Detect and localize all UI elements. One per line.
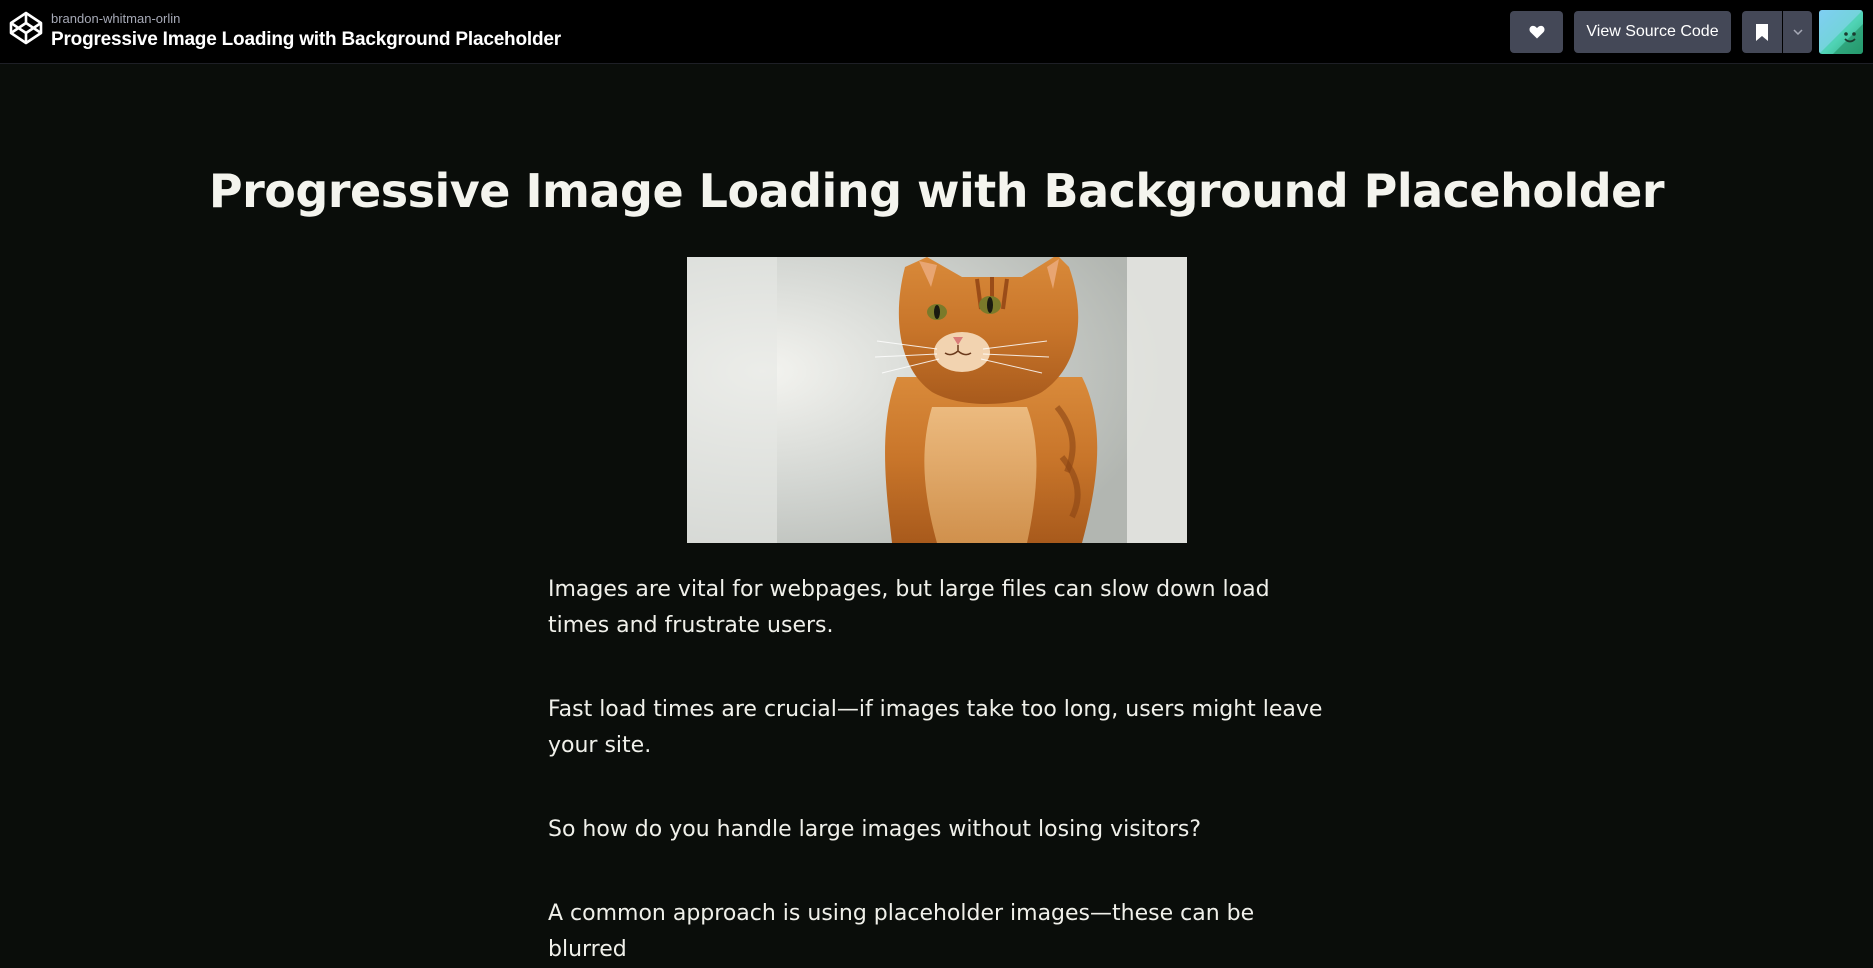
paragraph-2: Fast load times are crucial—if images ta…	[548, 697, 1323, 758]
cat-image	[687, 257, 1187, 543]
like-button[interactable]	[1510, 11, 1563, 53]
codepen-logo-icon[interactable]	[8, 10, 44, 46]
bookmark-icon	[1756, 23, 1768, 41]
pen-title: Progressive Image Loading with Backgroun…	[51, 29, 561, 50]
bookmark-dropdown-button[interactable]	[1783, 11, 1812, 53]
user-avatar[interactable]	[1819, 10, 1863, 54]
top-bar: brandon-whitman-orlin Progressive Image …	[0, 0, 1873, 64]
pen-title-block: brandon-whitman-orlin Progressive Image …	[51, 10, 561, 52]
author-name[interactable]: brandon-whitman-orlin	[51, 10, 561, 28]
view-source-button[interactable]: View Source Code	[1574, 11, 1731, 53]
hero-image-cat	[687, 257, 1187, 543]
chevron-down-icon	[1792, 29, 1803, 35]
avatar-face-icon	[1819, 10, 1863, 54]
page-title: Progressive Image Loading with Backgroun…	[208, 164, 1665, 218]
paragraph-3: So how do you handle large images withou…	[548, 817, 1202, 842]
bookmark-button[interactable]	[1742, 11, 1782, 53]
paragraph-1: Images are vital for webpages, but large…	[548, 577, 1270, 638]
heart-icon	[1528, 25, 1545, 39]
pen-preview: Progressive Image Loading with Backgroun…	[0, 64, 1873, 962]
paragraph-4: A common approach is using placeholder i…	[548, 901, 1255, 962]
